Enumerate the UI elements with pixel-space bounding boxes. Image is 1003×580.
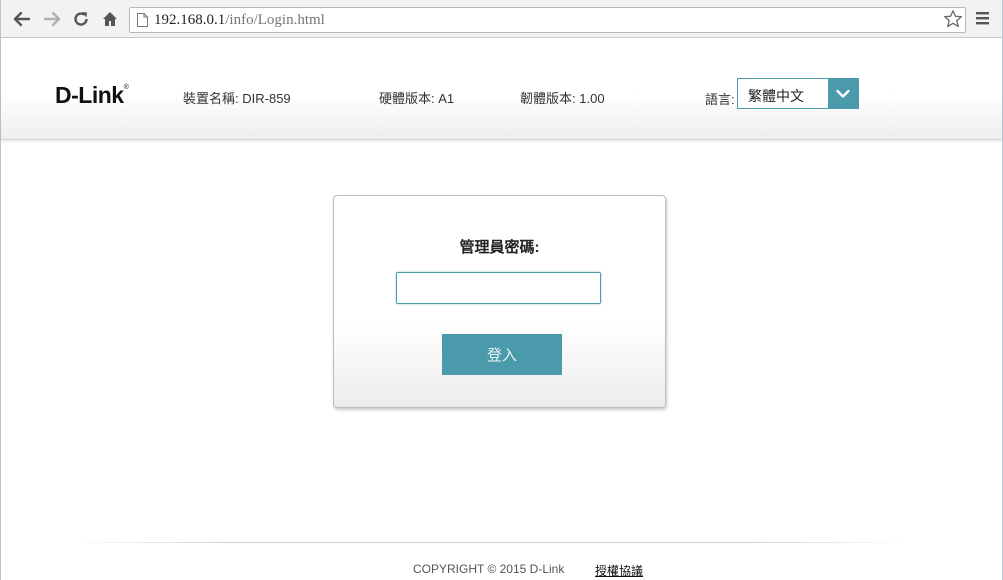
language-select[interactable]: 繁體中文 (737, 78, 859, 109)
hamburger-menu-icon[interactable] (974, 9, 992, 32)
device-name-info: 裝置名稱: DIR-859 (183, 88, 291, 107)
dlink-logo: D-Link® (55, 82, 129, 109)
device-name-value: DIR-859 (242, 91, 291, 106)
language-selected-value: 繁體中文 (748, 88, 804, 104)
forward-arrow-icon[interactable] (41, 8, 63, 30)
firmware-version-label: 韌體版本: (520, 91, 576, 106)
registered-mark: ® (123, 84, 129, 91)
login-button[interactable]: 登入 (442, 334, 562, 375)
hardware-version-label: 硬體版本: (379, 91, 435, 106)
license-agreement-link[interactable]: 授權協議 (595, 562, 643, 579)
copyright-text: COPYRIGHT © 2015 D-Link (413, 562, 565, 576)
firmware-version-info: 韌體版本: 1.00 (520, 88, 605, 107)
home-icon[interactable] (99, 8, 121, 30)
chevron-down-icon[interactable] (828, 79, 858, 108)
address-bar[interactable]: 192.168.0.1/info/Login.html (129, 7, 966, 33)
hardware-version-value: A1 (438, 91, 455, 106)
browser-toolbar: 192.168.0.1/info/Login.html (1, 0, 1002, 38)
footer-divider (71, 542, 909, 543)
admin-password-input[interactable] (396, 272, 601, 304)
browser-window: 192.168.0.1/info/Login.html D-Link® 裝置名稱… (0, 0, 1003, 580)
language-label: 語言: (705, 92, 735, 107)
address-url[interactable]: 192.168.0.1/info/Login.html (154, 12, 325, 29)
reload-icon[interactable] (70, 8, 92, 30)
back-arrow-icon[interactable] (11, 8, 33, 30)
hardware-version-info: 硬體版本: A1 (379, 88, 454, 107)
star-icon[interactable] (943, 9, 963, 34)
admin-password-label: 管理員密碼: (459, 239, 540, 256)
device-name-label: 裝置名稱: (183, 91, 239, 106)
url-path: /info/Login.html (225, 12, 325, 28)
logo-text: D-Link (55, 82, 124, 108)
page-icon (137, 13, 148, 32)
firmware-version-value: 1.00 (579, 91, 605, 106)
login-card: 管理員密碼: 登入 (333, 195, 666, 408)
url-host: 192.168.0.1 (154, 12, 226, 28)
router-header: D-Link® 裝置名稱: DIR-859 硬體版本: A1 韌體版本: 1.0… (1, 38, 1002, 140)
